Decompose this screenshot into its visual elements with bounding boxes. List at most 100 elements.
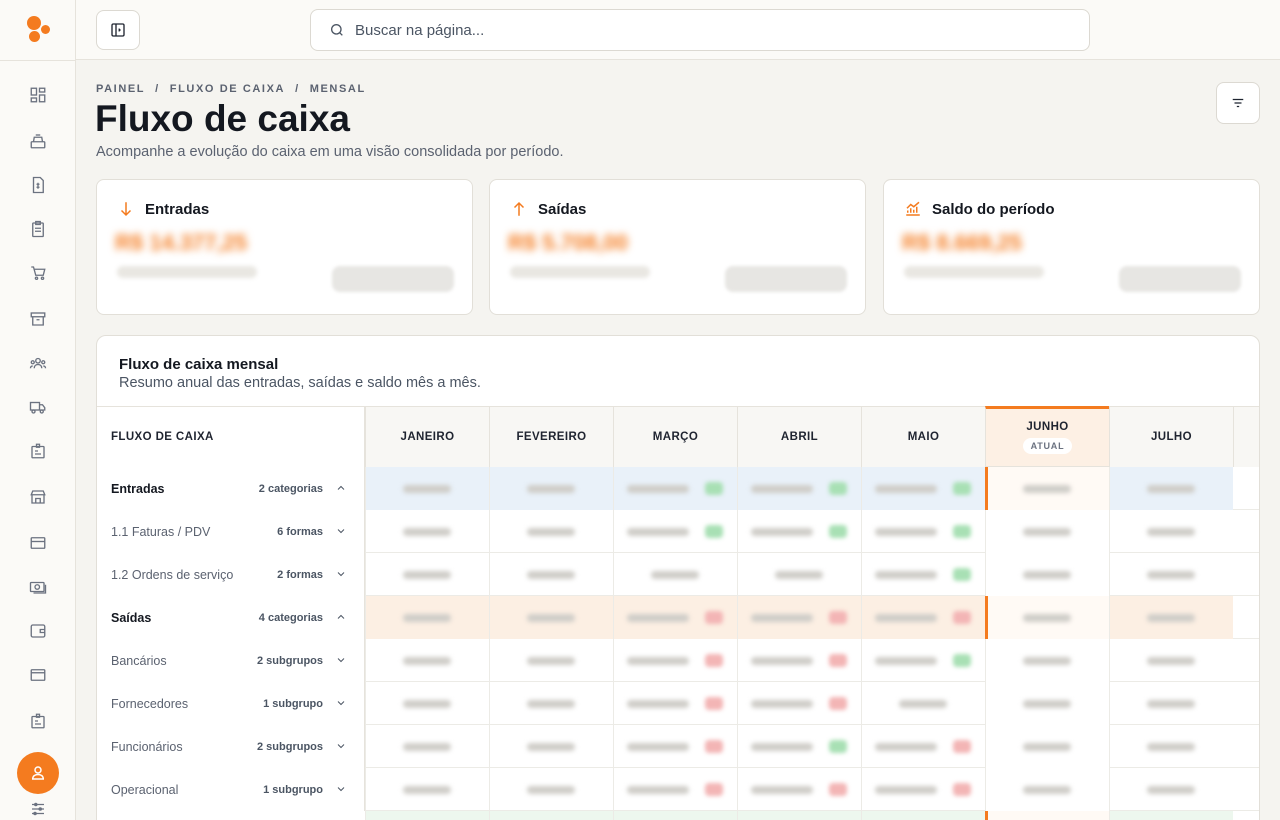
row-label: Entradas: [111, 481, 165, 496]
store-icon[interactable]: [28, 487, 48, 507]
badge-icon[interactable]: [28, 441, 48, 461]
month-value-cell: [365, 682, 489, 725]
table-group-row[interactable]: Saídas 4 categorias: [97, 596, 1259, 639]
table-row[interactable]: Bancários 2 subgrupos: [97, 639, 1259, 682]
app-logo[interactable]: [24, 16, 52, 44]
cash-register-icon[interactable]: [28, 131, 48, 151]
chevron-up-icon[interactable]: [335, 482, 347, 494]
blurred-amount: [775, 571, 823, 579]
chevron-down-icon[interactable]: [335, 740, 347, 752]
archive-icon[interactable]: [28, 309, 48, 329]
search-box[interactable]: [310, 9, 1090, 51]
header-month-junho: JUNHO ATUAL: [985, 406, 1109, 466]
sidebar-divider: [0, 60, 76, 61]
blurred-amount: [1147, 657, 1195, 665]
month-value-cell: [1109, 553, 1233, 596]
table-row[interactable]: 1.2 Ordens de serviço 2 formas: [97, 553, 1259, 596]
wallet-icon[interactable]: [28, 621, 48, 641]
breadcrumb-item-fluxo[interactable]: FLUXO DE CAIXA: [170, 83, 285, 95]
header-fluxo-de-caixa: FLUXO DE CAIXA: [97, 407, 365, 467]
month-label: JANEIRO: [400, 431, 455, 443]
header-month-maio: MAIO: [861, 407, 985, 467]
month-value-cell: [489, 596, 613, 639]
month-label: JULHO: [1151, 431, 1192, 443]
month-value-cell: [489, 768, 613, 811]
month-value-cell: [861, 510, 985, 553]
blurred-amount: [1147, 700, 1195, 708]
clipboard-icon[interactable]: [28, 219, 48, 239]
blurred-amount: [627, 614, 689, 622]
user-profile-button[interactable]: [17, 752, 59, 794]
chevron-down-icon[interactable]: [335, 697, 347, 709]
cart-icon[interactable]: [28, 263, 48, 283]
card-detail-button[interactable]: [1119, 266, 1241, 292]
month-value-cell: [861, 639, 985, 682]
id-card-icon[interactable]: [28, 711, 48, 731]
month-value-cell: [861, 553, 985, 596]
blurred-amount: [1147, 485, 1195, 493]
search-input[interactable]: [355, 21, 1055, 39]
blurred-amount: [751, 786, 813, 794]
truck-icon[interactable]: [28, 397, 48, 417]
month-value-cell: [365, 510, 489, 553]
row-label-cell: Funcionários 2 subgrupos: [97, 725, 365, 768]
month-value-cell: [985, 639, 1109, 682]
sliders-icon[interactable]: [28, 799, 48, 819]
arrow-up-icon: [513, 201, 525, 216]
filter-button[interactable]: [1216, 82, 1260, 124]
month-value-cell: [861, 596, 985, 639]
month-value-cell: [737, 553, 861, 596]
team-icon[interactable]: [28, 353, 48, 373]
dashboard-icon[interactable]: [28, 85, 48, 105]
sidebar-toggle-icon: [111, 23, 125, 37]
table-row[interactable]: 1.1 Faturas / PDV 6 formas: [97, 510, 1259, 553]
chevron-down-icon[interactable]: [335, 568, 347, 580]
card-title: Entradas: [145, 200, 210, 218]
table-row[interactable]: Operacional 1 subgrupo: [97, 768, 1259, 811]
table-group-row[interactable]: Entradas 2 categorias: [97, 467, 1259, 510]
chevron-down-icon[interactable]: [335, 654, 347, 666]
card-detail-button[interactable]: [332, 266, 454, 292]
blurred-amount: [627, 743, 689, 751]
blurred-amount: [527, 571, 575, 579]
row-label: Operacional: [111, 782, 179, 797]
variation-down-badge: [705, 783, 723, 796]
table-row[interactable]: Fornecedores 1 subgrupo: [97, 682, 1259, 725]
row-label-cell: Saídas 4 categorias: [97, 596, 365, 639]
breadcrumb: PAINEL / FLUXO DE CAIXA / MENSAL: [96, 83, 366, 95]
table-row[interactable]: Funcionários 2 subgrupos: [97, 725, 1259, 768]
month-value-cell: [861, 682, 985, 725]
variation-up-badge: [953, 568, 971, 581]
row-label-cell: 1.2 Ordens de serviço 2 formas: [97, 553, 365, 596]
month-value-cell: [613, 682, 737, 725]
card-detail-button[interactable]: [725, 266, 847, 292]
variation-up-badge: [953, 654, 971, 667]
blurred-amount: [1147, 614, 1195, 622]
month-value-cell: [985, 510, 1109, 553]
money-icon[interactable]: [28, 577, 48, 597]
invoice-icon[interactable]: [28, 175, 48, 195]
blurred-amount: [1147, 528, 1195, 536]
row-meta: 2 formas: [277, 568, 323, 581]
row-label: Funcionários: [111, 739, 183, 754]
blurred-amount: [751, 614, 813, 622]
table-header: FLUXO DE CAIXA JANEIRO FEVEREIRO MARÇO ABRI…: [97, 406, 1259, 467]
variation-up-badge: [705, 482, 723, 495]
chevron-down-icon[interactable]: [335, 783, 347, 795]
card-icon[interactable]: [28, 533, 48, 553]
table-subtitle: Resumo anual das entradas, saídas e sald…: [119, 375, 481, 391]
card-alt-icon[interactable]: [28, 665, 48, 685]
variation-up-badge: [705, 525, 723, 538]
card-title: Saldo do período: [932, 200, 1055, 218]
blurred-amount: [403, 700, 451, 708]
chevron-up-icon[interactable]: [335, 611, 347, 623]
blurred-amount: [403, 657, 451, 665]
month-value-cell: [737, 682, 861, 725]
month-value-cell: [1109, 596, 1233, 639]
sidebar-toggle-button[interactable]: [96, 10, 140, 50]
chevron-down-icon[interactable]: [335, 525, 347, 537]
month-value-cell: [489, 725, 613, 768]
variation-down-badge: [705, 697, 723, 710]
breadcrumb-item-painel[interactable]: PAINEL: [96, 83, 145, 95]
month-value-cell: [613, 596, 737, 639]
